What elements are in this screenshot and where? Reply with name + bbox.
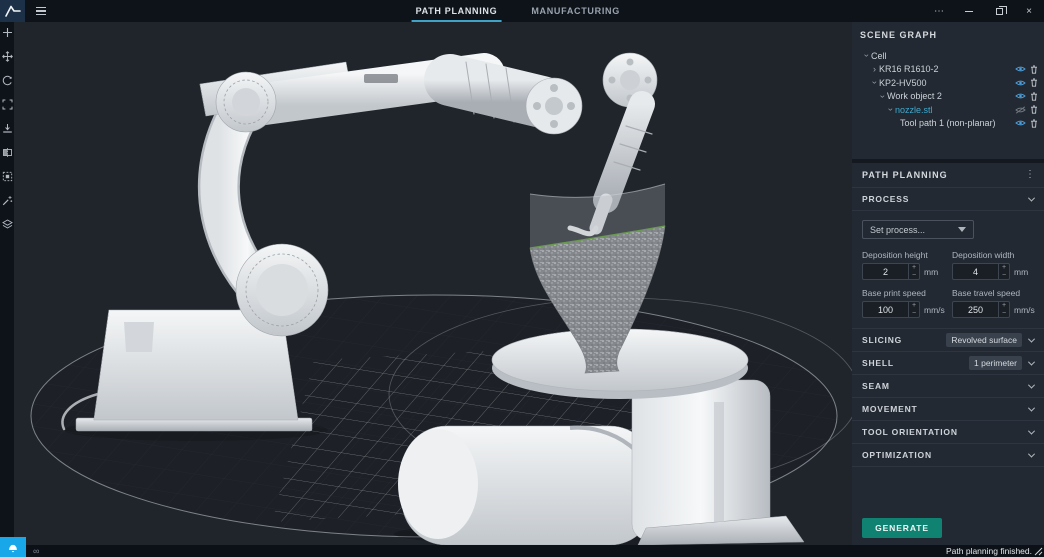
section-process[interactable]: PROCESS: [852, 188, 1044, 211]
spinner-down[interactable]: −: [999, 272, 1009, 280]
field-base-print-speed: Base print speed +− mm/s: [862, 288, 952, 318]
spinner-down[interactable]: −: [999, 310, 1009, 318]
frame-select-icon[interactable]: [2, 171, 13, 182]
delete-icon[interactable]: [1030, 119, 1038, 128]
adaxis-logo-icon: [3, 3, 22, 19]
section-optimization[interactable]: OPTIMIZATION: [852, 444, 1044, 467]
section-slicing[interactable]: SLICING Revolved surface: [852, 329, 1044, 352]
main-tabs: PATH PLANNING MANUFACTURING: [412, 0, 624, 22]
tree-node-nozzle[interactable]: › nozzle.stl: [860, 103, 1038, 117]
viewport-3d[interactable]: [14, 22, 852, 545]
field-base-travel-speed: Base travel speed +− mm/s: [952, 288, 1035, 318]
close-icon[interactable]: ×: [1014, 0, 1044, 22]
base-travel-speed-input[interactable]: [953, 302, 998, 317]
more-menu-icon[interactable]: ⋯: [924, 0, 954, 22]
status-link-icon: ∞: [33, 547, 39, 556]
eye-visible-icon[interactable]: [1015, 65, 1026, 73]
spinner-up[interactable]: +: [999, 264, 1009, 272]
add-icon[interactable]: [2, 27, 13, 38]
app-logo[interactable]: [0, 0, 25, 22]
robot-brand-plate: [364, 74, 398, 83]
slicing-badge: Revolved surface: [946, 333, 1022, 347]
caret-expanded-icon[interactable]: ›: [878, 92, 887, 101]
eye-visible-icon[interactable]: [1015, 92, 1026, 100]
eye-visible-icon[interactable]: [1015, 119, 1026, 127]
status-message: Path planning finished.: [946, 546, 1032, 556]
view-toolbar: [0, 22, 14, 545]
spinner-up[interactable]: +: [909, 264, 919, 272]
layers-icon[interactable]: [2, 219, 13, 230]
window-controls: ⋯ ×: [924, 0, 1044, 22]
set-process-dropdown[interactable]: Set process...: [862, 220, 974, 239]
dropdown-arrow-icon: [958, 227, 966, 232]
spinner-down[interactable]: −: [909, 310, 919, 318]
caret-expanded-icon[interactable]: ›: [870, 78, 879, 87]
measure-icon[interactable]: [2, 195, 13, 206]
pan-icon[interactable]: [2, 51, 13, 62]
section-tool-orientation[interactable]: TOOL ORIENTATION: [852, 421, 1044, 444]
delete-icon[interactable]: [1030, 78, 1038, 87]
spinner-up[interactable]: +: [909, 302, 919, 310]
tree-node-kr16[interactable]: › KR16 R1610-2: [860, 63, 1038, 77]
tab-manufacturing[interactable]: MANUFACTURING: [527, 0, 624, 22]
path-planning-panel: PATH PLANNING ⋮ PROCESS Set process... D…: [852, 163, 1044, 545]
caret-expanded-icon[interactable]: ›: [886, 105, 895, 114]
resize-grip[interactable]: [1034, 547, 1043, 556]
chevron-down-icon: [1028, 194, 1035, 201]
path-planning-title: PATH PLANNING: [862, 170, 948, 180]
caret-expanded-icon[interactable]: ›: [862, 51, 871, 60]
delete-icon[interactable]: [1030, 65, 1038, 74]
drop-to-floor-icon[interactable]: [2, 123, 13, 134]
tree-node-kp2[interactable]: › KP2-HV500: [860, 76, 1038, 90]
status-bar: ∞ Path planning finished.: [0, 545, 1044, 557]
base-print-speed-input[interactable]: [863, 302, 908, 317]
chevron-down-icon: [1028, 404, 1035, 411]
section-seam[interactable]: SEAM: [852, 375, 1044, 398]
tree-node-tool-path[interactable]: Tool path 1 (non-planar): [860, 117, 1038, 131]
scene-graph-panel: SCENE GRAPH › Cell › KR16 R1610-2 › KP2-…: [852, 22, 1044, 159]
spinner-down[interactable]: −: [909, 272, 919, 280]
deposition-height-input[interactable]: [863, 264, 908, 279]
generate-button[interactable]: GENERATE: [862, 518, 942, 538]
chevron-down-icon: [1028, 358, 1035, 365]
title-bar: PATH PLANNING MANUFACTURING ⋯ ×: [0, 0, 1044, 22]
chevron-down-icon: [1028, 335, 1035, 342]
scene-graph-title: SCENE GRAPH: [860, 30, 1038, 40]
tree-node-work-object[interactable]: › Work object 2: [860, 90, 1038, 104]
right-sidebar: SCENE GRAPH › Cell › KR16 R1610-2 › KP2-…: [852, 22, 1044, 545]
maximize-icon[interactable]: [984, 0, 1014, 22]
chevron-down-icon: [1028, 381, 1035, 388]
delete-icon[interactable]: [1030, 92, 1038, 101]
process-body: Set process... Deposition height +− mm D…: [852, 211, 1044, 329]
spinner-up[interactable]: +: [999, 302, 1009, 310]
delete-icon[interactable]: [1030, 105, 1038, 114]
minimize-icon[interactable]: [954, 0, 984, 22]
eye-visible-icon[interactable]: [1015, 79, 1026, 87]
bell-icon: [8, 542, 18, 553]
field-deposition-width: Deposition width +− mm: [952, 250, 1035, 280]
fit-view-icon[interactable]: [2, 99, 13, 110]
chevron-down-icon: [1028, 450, 1035, 457]
notification-button[interactable]: [0, 537, 26, 557]
orbit-icon[interactable]: [2, 75, 13, 86]
chevron-down-icon: [1028, 427, 1035, 434]
path-planning-header: PATH PLANNING ⋮: [852, 163, 1044, 188]
shell-badge: 1 perimeter: [969, 356, 1022, 370]
eye-hidden-icon[interactable]: [1015, 106, 1026, 114]
menu-icon[interactable]: [36, 7, 46, 16]
tab-path-planning[interactable]: PATH PLANNING: [412, 0, 502, 22]
section-shell[interactable]: SHELL 1 perimeter: [852, 352, 1044, 375]
kebab-menu-icon[interactable]: ⋮: [1025, 170, 1035, 180]
deposition-width-input[interactable]: [953, 264, 998, 279]
field-deposition-height: Deposition height +− mm: [862, 250, 952, 280]
section-movement[interactable]: MOVEMENT: [852, 398, 1044, 421]
section-icon[interactable]: [2, 147, 13, 158]
tree-node-cell[interactable]: › Cell: [860, 49, 1038, 63]
caret-collapsed-icon[interactable]: ›: [870, 65, 879, 74]
